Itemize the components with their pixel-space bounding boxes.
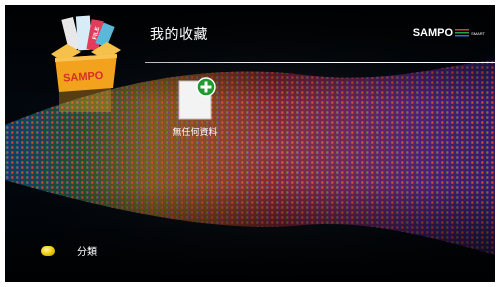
brand-logo: SAMPO SMART — [413, 27, 485, 39]
yellow-button-icon — [41, 245, 55, 256]
category-label: 分類 — [77, 247, 97, 258]
file-manager-box-icon: FILE SAMPO — [41, 14, 131, 114]
category-button[interactable]: 分類 — [41, 243, 97, 258]
brand-stripes-icon — [455, 29, 470, 37]
header-divider — [145, 62, 495, 63]
screen: FILE SAMPO 我的收藏 SAMPO SMART 無任何資料 分類 — [5, 5, 495, 282]
brand-sub: SMART — [471, 30, 485, 36]
page-title: 我的收藏 — [150, 27, 208, 43]
empty-message: 無任何資料 — [172, 128, 218, 138]
brand-name: SAMPO — [412, 27, 454, 39]
add-document-icon — [178, 77, 216, 120]
